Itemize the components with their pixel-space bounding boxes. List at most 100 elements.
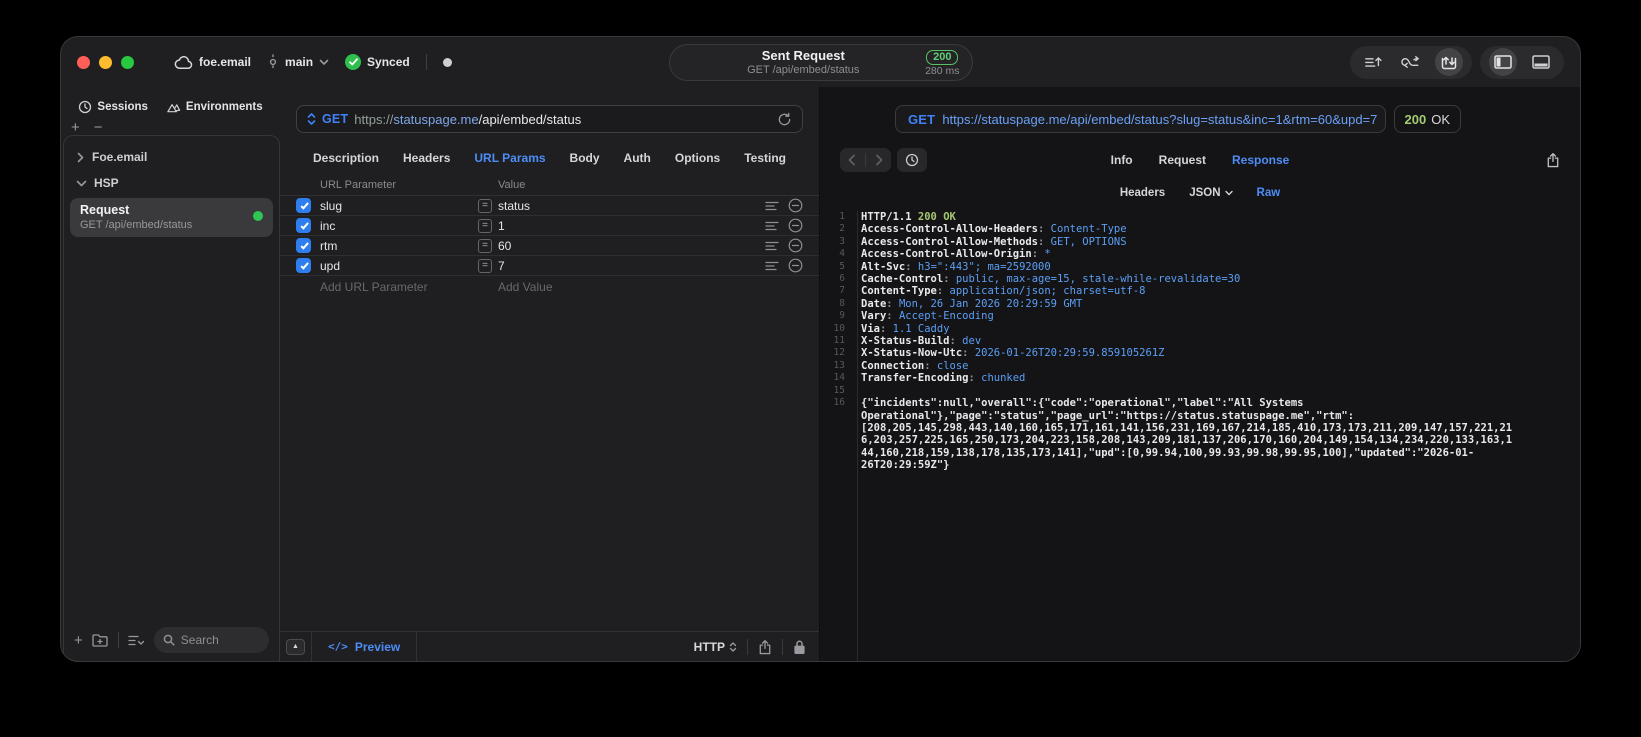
remove-param-icon[interactable]: [788, 238, 803, 253]
sync-branches-icon[interactable]: [1397, 48, 1425, 76]
code-segment: Accept-Encoding: [898, 310, 994, 323]
tree-item-label: Foe.email: [92, 150, 148, 164]
tab-description[interactable]: Description: [313, 151, 379, 165]
code-segment: public, max-age=15, stale-while-revalida…: [955, 273, 1241, 286]
lock-icon[interactable]: [793, 639, 806, 655]
protocol-selector[interactable]: HTTP: [694, 640, 737, 654]
param-checkbox[interactable]: [296, 218, 311, 233]
tab-headers[interactable]: Headers: [403, 151, 450, 165]
param-value[interactable]: 1: [498, 219, 765, 233]
param-name[interactable]: inc: [320, 219, 478, 233]
param-name[interactable]: slug: [320, 199, 478, 213]
back-icon[interactable]: [848, 154, 856, 166]
tab-auth[interactable]: Auth: [624, 151, 651, 165]
line-number: 16: [833, 397, 845, 409]
code-line: 3 Access-Control-Allow-Methods: GET, OPTI…: [820, 236, 1580, 248]
response-status-box: 200 OK: [1393, 105, 1461, 133]
bottom-panel-toggle-icon[interactable]: [1527, 48, 1555, 76]
tab-options[interactable]: Options: [675, 151, 720, 165]
response-subtab-json[interactable]: JSON: [1189, 187, 1233, 199]
chevron-right-icon: [76, 152, 85, 163]
transfer-request-icon[interactable]: [1435, 48, 1463, 76]
share-request-icon[interactable]: [758, 639, 772, 655]
code-line: 7 Content-Type: application/json; charset…: [820, 285, 1580, 297]
tree-item-foe-email[interactable]: Foe.email: [64, 144, 279, 170]
tab-testing[interactable]: Testing: [744, 151, 786, 165]
forward-icon[interactable]: [875, 154, 883, 166]
response-history-button[interactable]: [897, 148, 927, 172]
folder-add-icon[interactable]: [92, 633, 109, 647]
response-url-field[interactable]: GET https://statuspage.me/api/embed/stat…: [895, 105, 1386, 133]
add-param-name-placeholder[interactable]: Add URL Parameter: [320, 280, 478, 294]
checkbox-check-icon: [300, 220, 309, 230]
search-icon: [163, 634, 175, 646]
view-options-icon[interactable]: [128, 634, 145, 647]
import-requests-icon[interactable]: [1359, 48, 1387, 76]
response-tab-info[interactable]: Info: [1111, 153, 1133, 167]
request-list-item-selected[interactable]: Request GET /api/embed/status: [70, 198, 273, 237]
column-header-value: Value: [498, 178, 526, 191]
sidebar-search[interactable]: [153, 627, 269, 653]
url-params-table: URL Parameter Value slug = status inc = 1 rtm =…: [280, 174, 819, 298]
drag-handle-icon[interactable]: [765, 261, 779, 271]
remove-session-icon[interactable]: −: [94, 120, 103, 135]
code-segment: chunked: [981, 372, 1026, 385]
request-method[interactable]: GET: [322, 112, 348, 126]
request-url[interactable]: https://statuspage.me/api/embed/status: [354, 112, 771, 127]
sidebar-tab-environments[interactable]: Environments: [166, 100, 263, 114]
param-value[interactable]: 7: [498, 259, 765, 273]
response-subtab-headers[interactable]: Headers: [1120, 187, 1165, 199]
response-tab-request[interactable]: Request: [1159, 153, 1206, 167]
code-segment: *: [1044, 248, 1051, 261]
line-number: 4: [839, 248, 845, 260]
tab-body[interactable]: Body: [570, 151, 600, 165]
add-param-row[interactable]: Add URL Parameter Add Value: [280, 276, 819, 298]
drag-handle-icon[interactable]: [765, 221, 779, 231]
line-number: 12: [833, 347, 845, 359]
minimize-window-button[interactable]: [99, 55, 112, 69]
param-checkbox[interactable]: [296, 258, 311, 273]
preview-button[interactable]: </> Preview: [312, 632, 418, 661]
collapse-editor-icon[interactable]: ▲: [286, 638, 305, 655]
param-checkbox[interactable]: [296, 198, 311, 213]
request-status-capsule[interactable]: Sent Request GET /api/embed/status 200 2…: [668, 44, 973, 81]
param-checkbox[interactable]: [296, 238, 311, 253]
params-header: URL Parameter Value: [280, 174, 819, 196]
search-input[interactable]: [180, 633, 260, 647]
sidebar-tab-sessions[interactable]: Sessions: [78, 100, 148, 114]
sidebar-toggle-icon[interactable]: [1489, 48, 1517, 76]
zoom-window-button[interactable]: [121, 55, 134, 69]
export-response-icon[interactable]: [1546, 152, 1560, 168]
response-tab-response[interactable]: Response: [1232, 153, 1289, 167]
param-value[interactable]: 60: [498, 239, 765, 253]
preview-label: Preview: [354, 639, 401, 654]
add-param-value-placeholder[interactable]: Add Value: [498, 280, 553, 294]
remove-param-icon[interactable]: [788, 258, 803, 273]
close-window-button[interactable]: [77, 55, 90, 69]
drag-handle-icon[interactable]: [765, 241, 779, 251]
param-name[interactable]: rtm: [320, 239, 478, 253]
remove-param-icon[interactable]: [788, 218, 803, 233]
branch-selector[interactable]: main: [267, 54, 329, 70]
param-value[interactable]: status: [498, 199, 765, 213]
param-name[interactable]: upd: [320, 259, 478, 273]
request-url-bar[interactable]: GET https://statuspage.me/api/embed/stat…: [296, 105, 803, 133]
checkbox-check-icon: [300, 240, 309, 250]
code-segment: :: [886, 310, 899, 323]
tab-url-params[interactable]: URL Params: [474, 151, 545, 165]
add-request-icon[interactable]: +: [74, 633, 83, 648]
project-selector[interactable]: foe.email: [174, 55, 251, 70]
code-segment: Connection: [861, 359, 925, 372]
sync-status[interactable]: Synced: [345, 54, 410, 70]
equals-operator: =: [478, 258, 492, 273]
tree-item-hsp[interactable]: HSP: [64, 170, 279, 196]
remove-param-icon[interactable]: [788, 198, 803, 213]
drag-handle-icon[interactable]: [765, 201, 779, 211]
method-selector-icon[interactable]: [307, 112, 316, 126]
refresh-icon[interactable]: [777, 112, 792, 127]
chevron-down-icon[interactable]: [1224, 190, 1233, 196]
add-session-icon[interactable]: +: [71, 120, 80, 135]
code-text: Access-Control-Allow-Headers: Content-Ty…: [851, 223, 1516, 235]
response-subtab-raw[interactable]: Raw: [1257, 187, 1281, 199]
code-text: Alt-Svc: h3=":443"; ma=2592000: [851, 261, 1516, 273]
